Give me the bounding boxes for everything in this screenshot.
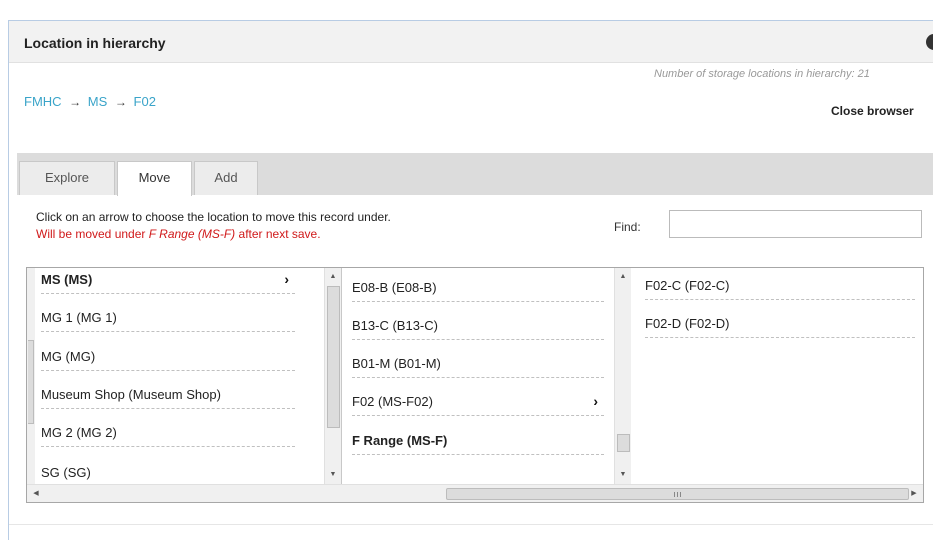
list-item[interactable]: MG 2 (MG 2) [41, 417, 295, 447]
scroll-down-icon[interactable]: ▼ [325, 468, 341, 482]
list-item[interactable]: MS (MS) › [41, 268, 295, 294]
list-item[interactable]: MG (MG) [41, 341, 295, 371]
move-notice-prefix: Will be moved under [36, 227, 149, 241]
list-item[interactable]: F02-D (F02-D) [645, 308, 915, 338]
scroll-right-icon[interactable]: ▶ [907, 487, 921, 501]
list-item-label: MG 1 (MG 1) [41, 310, 117, 325]
list-item[interactable]: F02 (MS-F02) › [352, 386, 604, 416]
close-browser-link[interactable]: Close browser [831, 104, 914, 118]
scrollbar-thumb[interactable] [327, 286, 340, 428]
scroll-left-icon[interactable]: ◀ [29, 487, 43, 501]
scroll-down-icon[interactable]: ▼ [615, 468, 631, 482]
list-item-label: Museum Shop (Museum Shop) [41, 387, 221, 402]
breadcrumb-arrow-icon: → [114, 95, 127, 109]
divider [9, 524, 933, 525]
chevron-right-icon[interactable]: › [593, 393, 598, 409]
horizontal-scrollbar[interactable]: ◀ ▶ [27, 484, 923, 502]
breadcrumb-item-ms[interactable]: MS [88, 94, 108, 109]
panel-title: Location in hierarchy [24, 35, 166, 51]
list-item[interactable]: B13-C (B13-C) [352, 310, 604, 340]
list-item-label: B01-M (B01-M) [352, 356, 441, 371]
tab-move[interactable]: Move [117, 161, 192, 196]
list-item-label: F02-C (F02-C) [645, 278, 730, 293]
find-label: Find: [614, 220, 641, 234]
list-item-label: SG (SG) [41, 465, 91, 480]
breadcrumb-item-f02[interactable]: F02 [134, 94, 156, 109]
list-item-label: MS (MS) [41, 272, 93, 287]
storage-count-text: Number of storage locations in hierarchy… [654, 68, 870, 80]
list-item-label: F02-D (F02-D) [645, 316, 730, 331]
move-notice-suffix: after next save. [235, 227, 321, 241]
browser-column-2: E08-B (E08-B) B13-C (B13-C) B01-M (B01-M… [341, 268, 631, 484]
list-item-label: MG (MG) [41, 349, 96, 364]
tab-bar: Explore Move Add [17, 153, 933, 196]
location-hierarchy-panel: Location in hierarchy Number of storage … [8, 20, 933, 540]
breadcrumb: FMHC → MS → F02 [24, 94, 156, 109]
list-item-label: F Range (MS-F) [352, 433, 448, 448]
list-item[interactable]: SG (SG) [41, 456, 295, 484]
location-browser: MS (MS) › MG 1 (MG 1) MG (MG) Museum Sho… [26, 267, 924, 503]
list-item-label: B13-C (B13-C) [352, 318, 438, 333]
browser-column-1: MS (MS) › MG 1 (MG 1) MG (MG) Museum Sho… [27, 268, 323, 484]
move-notice: Will be moved under F Range (MS-F) after… [36, 227, 321, 241]
info-icon[interactable] [926, 34, 933, 50]
list-item-label: F02 (MS-F02) [352, 394, 433, 409]
instruction-text: Click on an arrow to choose the location… [36, 210, 391, 224]
list-item[interactable]: E08-B (E08-B) [352, 272, 604, 302]
column-1-scrollbar[interactable] [27, 268, 35, 484]
breadcrumb-arrow-icon: → [69, 95, 82, 109]
scrollbar-thumb[interactable] [617, 434, 630, 452]
column-2-vertical-scrollbar[interactable]: ▲ ▼ [614, 268, 631, 484]
list-item[interactable]: B01-M (B01-M) [352, 348, 604, 378]
tab-add[interactable]: Add [194, 161, 258, 195]
list-item-label: MG 2 (MG 2) [41, 425, 117, 440]
scroll-up-icon[interactable]: ▲ [325, 270, 341, 284]
move-notice-target: F Range (MS-F) [148, 227, 236, 241]
scrollbar-thumb[interactable] [446, 488, 909, 500]
scrollbar-thumb[interactable] [28, 340, 34, 424]
list-item[interactable]: Museum Shop (Museum Shop) [41, 379, 295, 409]
breadcrumb-item-fmhc[interactable]: FMHC [24, 94, 62, 109]
scroll-up-icon[interactable]: ▲ [615, 270, 631, 284]
list-item[interactable]: F02-C (F02-C) [645, 270, 915, 300]
find-input[interactable] [669, 210, 922, 238]
browser-column-3: F02-C (F02-C) F02-D (F02-D) [631, 268, 923, 484]
column-1-vertical-scrollbar[interactable]: ▲ ▼ [324, 268, 341, 484]
panel-header: Location in hierarchy [9, 21, 933, 63]
list-item[interactable]: MG 1 (MG 1) [41, 302, 295, 332]
tab-explore[interactable]: Explore [19, 161, 115, 195]
list-item-label: E08-B (E08-B) [352, 280, 437, 295]
chevron-right-icon[interactable]: › [284, 271, 289, 287]
list-item[interactable]: F Range (MS-F) [352, 425, 604, 455]
